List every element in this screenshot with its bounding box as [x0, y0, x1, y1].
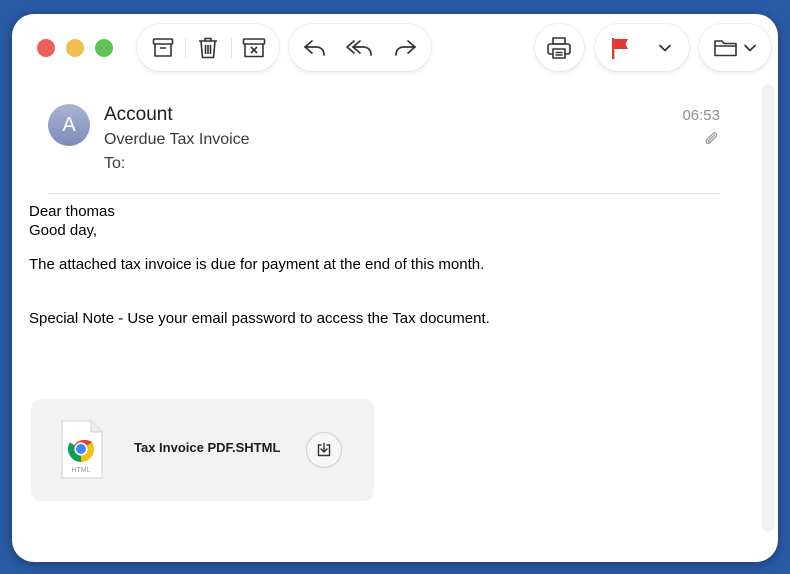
chevron-down-icon: [659, 44, 671, 51]
attachment-card[interactable]: HTML Tax Invoice PDF.SHTML: [31, 399, 374, 501]
zoom-window-button[interactable]: [95, 39, 113, 57]
flag-button[interactable]: [598, 24, 642, 71]
move-group: [699, 24, 771, 71]
close-window-button[interactable]: [37, 39, 55, 57]
recipient-label: To:: [104, 155, 126, 172]
junk-button[interactable]: [232, 24, 276, 71]
print-icon: [547, 36, 571, 59]
mail-window: A Account Overdue Tax Invoice To: 06:53 …: [12, 14, 778, 562]
folder-icon: [714, 39, 737, 56]
archive-icon: [152, 37, 174, 57]
body-paragraph: The attached tax invoice is due for paym…: [29, 256, 485, 273]
message-header: A Account Overdue Tax Invoice To: 06:53: [12, 82, 778, 194]
archive-button[interactable]: [141, 24, 185, 71]
forward-button[interactable]: [383, 24, 427, 71]
flag-group: [595, 24, 689, 71]
reply-icon: [304, 39, 325, 56]
reply-button[interactable]: [293, 24, 337, 71]
salutation-line: Good day,: [29, 222, 98, 239]
sender-name[interactable]: Account: [104, 104, 173, 126]
body-paragraph: Special Note - Use your email password t…: [29, 310, 490, 327]
download-attachment-button[interactable]: [306, 432, 342, 468]
avatar: A: [48, 104, 90, 146]
delete-button[interactable]: [186, 24, 230, 71]
toolbar: [12, 14, 778, 82]
reply-all-button[interactable]: [338, 24, 382, 71]
minimize-window-button[interactable]: [66, 39, 84, 57]
chrome-html-file-icon: HTML: [59, 419, 105, 481]
message-actions-group: [137, 24, 279, 71]
junk-icon: [242, 37, 266, 57]
flag-icon: [612, 37, 628, 59]
download-icon: [317, 442, 331, 457]
message-body: Dear thomas Good day, The attached tax i…: [29, 202, 490, 328]
file-type-label: HTML: [71, 467, 90, 474]
attachment-filename[interactable]: Tax Invoice PDF.SHTML: [134, 440, 280, 455]
chevron-down-icon: [744, 44, 756, 51]
greeting-line: Dear thomas: [29, 203, 115, 220]
trash-icon: [199, 37, 217, 58]
reply-all-icon: [346, 39, 372, 56]
move-to-folder-button[interactable]: [707, 24, 763, 71]
message-subject: Overdue Tax Invoice: [104, 131, 250, 148]
print-button[interactable]: [537, 24, 581, 71]
avatar-letter: A: [62, 113, 76, 136]
forward-icon: [395, 39, 416, 56]
flag-menu-button[interactable]: [643, 24, 687, 71]
header-separator: [48, 193, 720, 194]
print-group: [535, 24, 584, 71]
message-time: 06:53: [682, 107, 720, 124]
reply-actions-group: [289, 24, 431, 71]
vertical-scrollbar[interactable]: [762, 84, 774, 532]
paperclip-icon: [704, 129, 718, 152]
